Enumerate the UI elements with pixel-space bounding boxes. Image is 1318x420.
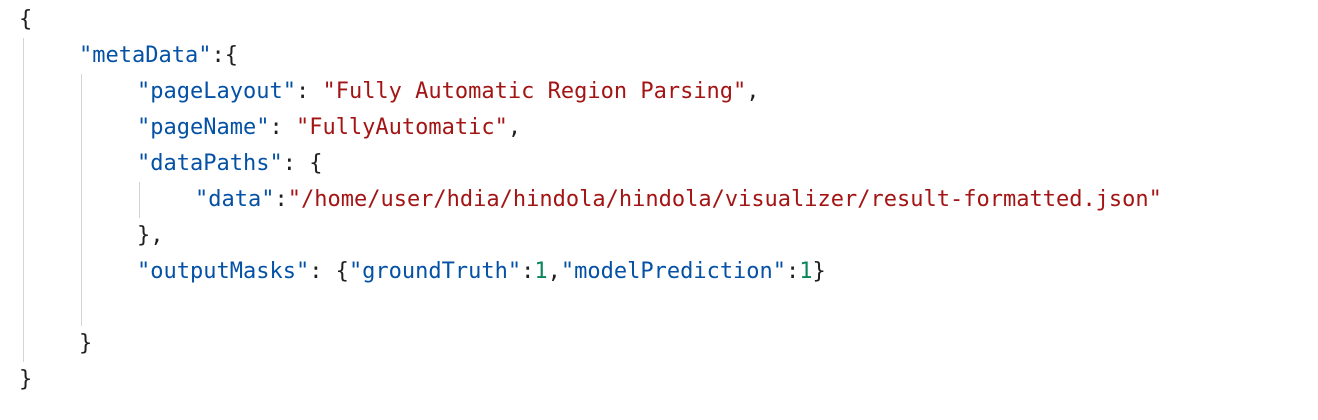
metadata-key: "metaData" — [79, 43, 212, 68]
data-paths-separator: : { — [282, 151, 323, 176]
page-name-separator: : — [269, 115, 296, 140]
data-paths-close-brace: }, — [137, 223, 164, 248]
page-layout-separator: : — [295, 79, 323, 104]
output-masks-separator: : { — [309, 259, 349, 284]
model-prediction-key: "modelPrediction" — [560, 259, 787, 284]
page-name-comma: , — [507, 115, 522, 140]
data-key: "data" — [195, 187, 275, 212]
model-prediction-value: 1 — [799, 259, 813, 284]
code-line-page-layout[interactable]: "pageLayout": "Fully Automatic Region Pa… — [137, 74, 760, 110]
code-line-metadata-close[interactable]: } — [79, 326, 92, 362]
code-line-root-open[interactable]: { — [19, 2, 32, 38]
page-layout-comma: , — [746, 79, 760, 104]
metadata-close-brace: } — [79, 331, 93, 356]
code-line-output-masks[interactable]: "outputMasks": {"groundTruth":1,"modelPr… — [137, 254, 826, 290]
code-line-data[interactable]: "data":"/home/user/hdia/hindola/hindola/… — [195, 182, 1162, 218]
code-line-data-paths-close[interactable]: }, — [137, 218, 164, 254]
output-masks-key: "outputMasks" — [137, 259, 310, 284]
page-name-key: "pageName" — [137, 115, 270, 140]
ground-truth-key: "groundTruth" — [348, 259, 522, 284]
masks-comma: , — [547, 259, 561, 284]
model-prediction-separator: : — [786, 259, 800, 284]
json-code-editor[interactable]: { "metaData":{ "pageLayout": "Fully Auto… — [0, 0, 1318, 420]
ground-truth-value: 1 — [534, 259, 548, 284]
indent-guide-level-1 — [23, 38, 24, 362]
code-line-page-name[interactable]: "pageName": "FullyAutomatic", — [137, 110, 521, 146]
code-line-root-close[interactable]: } — [19, 362, 32, 398]
ground-truth-separator: : — [521, 259, 535, 284]
page-layout-key: "pageLayout" — [137, 79, 296, 104]
code-line-metadata[interactable]: "metaData":{ — [79, 38, 238, 74]
data-separator: : — [274, 187, 288, 212]
root-open-brace: { — [19, 7, 33, 32]
page-name-value: "FullyAutomatic" — [295, 115, 508, 140]
data-paths-key: "dataPaths" — [137, 151, 283, 176]
code-line-data-paths[interactable]: "dataPaths": { — [137, 146, 322, 182]
output-masks-close-brace: } — [812, 259, 826, 284]
metadata-separator: :{ — [211, 43, 238, 68]
data-path-value: "/home/user/hdia/hindola/hindola/visuali… — [287, 187, 1162, 212]
indent-guide-level-3 — [139, 182, 140, 218]
root-close-brace: } — [19, 367, 33, 392]
indent-guide-level-2 — [81, 74, 82, 326]
page-layout-value: "Fully Automatic Region Parsing" — [322, 79, 747, 104]
